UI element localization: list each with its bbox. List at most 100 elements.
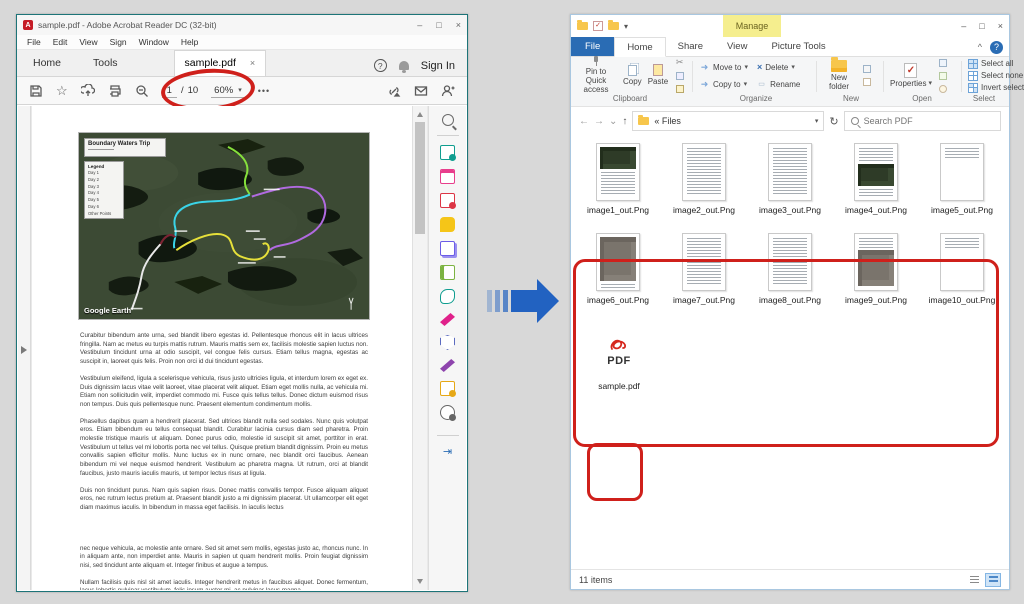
email-icon[interactable] bbox=[414, 84, 428, 98]
share-upload-icon[interactable] bbox=[81, 84, 95, 98]
tab-file[interactable]: File bbox=[571, 37, 614, 56]
recent-locations-caret-icon[interactable]: ⌄ bbox=[609, 116, 617, 127]
thumbnails-view-button[interactable] bbox=[985, 573, 1001, 587]
edit-icon[interactable] bbox=[938, 57, 949, 68]
search-box[interactable] bbox=[844, 111, 1001, 131]
file-item[interactable]: image4_out.Png bbox=[833, 143, 919, 233]
menu-view[interactable]: View bbox=[79, 37, 97, 47]
certificates-icon[interactable] bbox=[440, 359, 455, 372]
pdf-page: Boundary Waters Trip Legend Day 1 Day 2 … bbox=[32, 106, 415, 590]
organize-pages-icon[interactable] bbox=[440, 265, 455, 280]
file-item[interactable]: image5_out.Png bbox=[919, 143, 1005, 233]
comment-icon[interactable] bbox=[440, 217, 455, 232]
close-button[interactable]: × bbox=[998, 21, 1003, 31]
menu-edit[interactable]: Edit bbox=[53, 37, 68, 47]
search-icon[interactable] bbox=[442, 114, 454, 126]
scroll-up-icon[interactable] bbox=[417, 112, 423, 117]
more-tools-icon[interactable] bbox=[440, 405, 455, 420]
save-icon[interactable] bbox=[29, 84, 43, 98]
group-new-label: New bbox=[823, 94, 879, 106]
forward-icon[interactable]: → bbox=[594, 116, 604, 127]
menu-window[interactable]: Window bbox=[139, 37, 169, 47]
sign-in-button[interactable]: Sign In bbox=[421, 60, 455, 72]
pin-to-quick-access-button[interactable]: Pin to Quick access bbox=[575, 56, 617, 94]
tab-close-icon[interactable]: × bbox=[250, 58, 255, 68]
open-icon[interactable] bbox=[938, 70, 949, 81]
close-button[interactable]: × bbox=[456, 20, 461, 30]
copy-path-icon[interactable] bbox=[674, 70, 685, 81]
scan-ocr-icon[interactable] bbox=[440, 289, 455, 304]
chevron-down-icon: ▾ bbox=[791, 63, 795, 71]
account-person-icon[interactable] bbox=[441, 84, 455, 98]
collapse-ribbon-icon[interactable]: ^ bbox=[978, 42, 982, 52]
document-scrollbar[interactable] bbox=[412, 106, 427, 590]
file-item[interactable]: image2_out.Png bbox=[661, 143, 747, 233]
invert-selection-button[interactable]: Invert selection bbox=[968, 83, 1024, 93]
delete-button[interactable]: ×Delete▾ bbox=[757, 60, 795, 74]
combine-files-icon[interactable] bbox=[440, 241, 455, 256]
breadcrumb[interactable]: « Files ▾ bbox=[632, 111, 824, 131]
tab-picture-tools[interactable]: Picture Tools bbox=[759, 37, 837, 56]
scrollbar-thumb[interactable] bbox=[415, 122, 425, 234]
minimize-button[interactable]: – bbox=[417, 20, 422, 30]
print-icon[interactable] bbox=[108, 84, 122, 98]
share-link-icon[interactable] bbox=[387, 84, 401, 98]
request-signatures-icon[interactable] bbox=[440, 381, 455, 396]
copy-button[interactable]: Copy bbox=[623, 65, 642, 87]
menu-sign[interactable]: Sign bbox=[110, 37, 127, 47]
expand-panel-arrow-icon[interactable] bbox=[21, 346, 27, 354]
folder-icon bbox=[577, 22, 588, 30]
paste-shortcut-icon[interactable] bbox=[674, 83, 685, 94]
chevron-down-icon[interactable]: ▾ bbox=[815, 117, 819, 125]
new-folder-button[interactable]: New folder bbox=[823, 60, 855, 92]
rename-button[interactable]: ▭Rename bbox=[756, 77, 800, 91]
notifications-bell-icon[interactable] bbox=[399, 61, 409, 70]
cut-icon[interactable]: ✂ bbox=[674, 57, 685, 68]
menu-file[interactable]: File bbox=[27, 37, 41, 47]
menu-help[interactable]: Help bbox=[181, 37, 198, 47]
copy-to-button[interactable]: ➜Copy to▾ bbox=[699, 77, 747, 91]
ribbon-tabs: File Home Share View Picture Tools ^ ? bbox=[571, 37, 1009, 57]
qat-customize-caret-icon[interactable]: ▾ bbox=[624, 22, 628, 31]
paste-button[interactable]: Paste bbox=[648, 64, 668, 87]
zoom-out-icon[interactable] bbox=[135, 84, 149, 98]
select-none-button[interactable]: Select none bbox=[968, 71, 1023, 81]
more-tools-ellipsis-icon[interactable]: ••• bbox=[258, 86, 270, 96]
tab-home[interactable]: Home bbox=[17, 51, 77, 76]
history-icon[interactable] bbox=[938, 83, 949, 94]
tab-share[interactable]: Share bbox=[666, 37, 715, 56]
tab-tools[interactable]: Tools bbox=[77, 51, 134, 76]
details-view-button[interactable] bbox=[966, 573, 982, 587]
maximize-button[interactable]: □ bbox=[436, 20, 441, 30]
scroll-down-icon[interactable] bbox=[417, 579, 423, 584]
easy-access-icon[interactable] bbox=[861, 64, 872, 75]
fill-sign-icon[interactable] bbox=[440, 313, 455, 326]
new-item-icon[interactable] bbox=[861, 77, 872, 88]
left-panel-collapsed[interactable] bbox=[18, 106, 31, 590]
create-pdf-icon[interactable] bbox=[440, 193, 455, 208]
move-to-button[interactable]: ➜Move to▾ bbox=[699, 60, 748, 74]
export-pdf-icon[interactable] bbox=[440, 145, 455, 160]
search-input[interactable] bbox=[864, 116, 994, 126]
up-icon[interactable]: ↑ bbox=[622, 116, 627, 127]
tab-home[interactable]: Home bbox=[614, 37, 665, 57]
back-icon[interactable]: ← bbox=[579, 116, 589, 127]
file-item[interactable]: image1_out.Png bbox=[575, 143, 661, 233]
help-icon[interactable]: ? bbox=[990, 41, 1003, 54]
open-tools-pane-icon[interactable]: ⇥ bbox=[443, 445, 452, 458]
select-all-button[interactable]: Select all bbox=[968, 59, 1013, 69]
edit-pdf-icon[interactable] bbox=[440, 169, 455, 184]
properties-button[interactable]: ✓ Properties▾ bbox=[890, 63, 932, 89]
favorites-star-icon[interactable]: ☆ bbox=[56, 84, 68, 97]
manage-contextual-tab[interactable]: Manage bbox=[723, 15, 781, 37]
minimize-button[interactable]: – bbox=[961, 21, 966, 31]
file-list-area: image1_out.Png image2_out.Png image3_out… bbox=[571, 135, 1009, 569]
help-icon[interactable]: ? bbox=[374, 59, 387, 72]
tab-view[interactable]: View bbox=[715, 37, 759, 56]
map-watermark: Google Earth bbox=[84, 306, 131, 315]
maximize-button[interactable]: □ bbox=[979, 21, 984, 31]
refresh-icon[interactable]: ↻ bbox=[829, 115, 838, 128]
checkmark-icon[interactable]: ✓ bbox=[593, 21, 603, 31]
protect-icon[interactable] bbox=[440, 335, 455, 350]
file-item[interactable]: image3_out.Png bbox=[747, 143, 833, 233]
